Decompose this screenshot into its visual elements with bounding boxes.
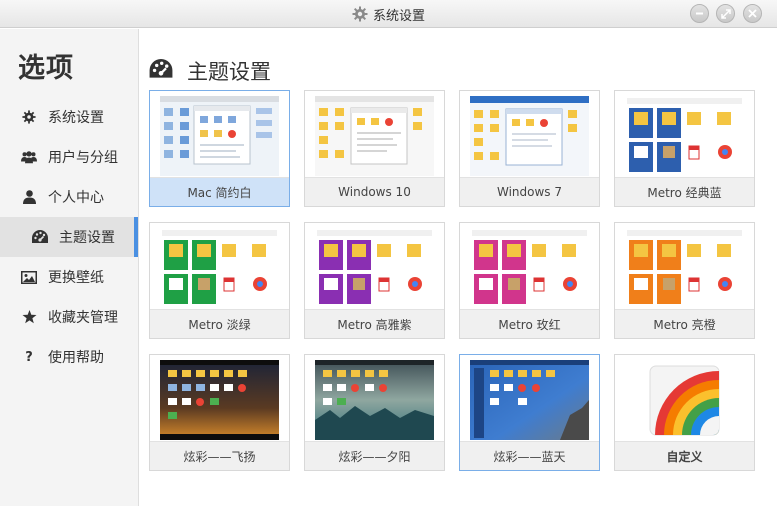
theme-thumbnail xyxy=(160,96,279,176)
theme-label: 炫彩——飞扬 xyxy=(150,441,289,470)
theme-thumbnail xyxy=(625,96,744,176)
palette-icon xyxy=(149,59,173,78)
sidebar-item-label: 个人中心 xyxy=(48,190,104,206)
theme-card-metro-elegant-purple[interactable]: Metro 高雅紫 xyxy=(304,222,445,339)
theme-card-mac-white[interactable]: Mac 简约白 xyxy=(149,90,290,207)
theme-card-windows-10[interactable]: Windows 10 xyxy=(304,90,445,207)
sidebar-item-label: 主题设置 xyxy=(59,230,115,246)
theme-thumbnail xyxy=(625,360,744,440)
theme-card-dazzle-flying[interactable]: 炫彩——飞扬 xyxy=(149,354,290,471)
sidebar-item-label: 使用帮助 xyxy=(48,350,104,366)
theme-card-windows-7[interactable]: Windows 7 xyxy=(459,90,600,207)
image-icon xyxy=(21,269,37,285)
theme-label: 炫彩——蓝天 xyxy=(460,441,599,470)
maximize-icon xyxy=(720,8,731,19)
star-icon xyxy=(21,309,37,325)
theme-card-custom[interactable]: 自定义 xyxy=(614,354,755,471)
sidebar-item-personal-center[interactable]: 个人中心 xyxy=(0,177,138,217)
maximize-button[interactable] xyxy=(716,4,735,23)
sidebar-item-help[interactable]: ? 使用帮助 xyxy=(0,337,138,377)
sidebar-item-change-wallpaper[interactable]: 更换壁纸 xyxy=(0,257,138,297)
theme-thumbnail xyxy=(315,360,434,440)
theme-card-metro-light-green[interactable]: Metro 淡绿 xyxy=(149,222,290,339)
rainbow-icon xyxy=(625,360,744,440)
gear-icon xyxy=(352,6,368,22)
theme-card-metro-rose[interactable]: Metro 玫红 xyxy=(459,222,600,339)
sidebar-item-theme-settings[interactable]: 主题设置 xyxy=(0,217,138,257)
sidebar: 选项 系统设置 用户与分组 个人中心 主题设置 更换壁纸 收藏夹管理 ? 使用帮… xyxy=(0,29,139,506)
theme-label: 自定义 xyxy=(615,441,754,470)
theme-label: Metro 经典蓝 xyxy=(615,177,754,206)
user-icon xyxy=(21,189,37,205)
question-icon: ? xyxy=(25,349,33,365)
window-title-group: 系统设置 xyxy=(0,0,777,28)
palette-icon xyxy=(32,229,48,245)
theme-label: Mac 简约白 xyxy=(150,177,289,206)
close-button[interactable] xyxy=(743,4,762,23)
theme-label: Metro 玫红 xyxy=(460,309,599,338)
theme-thumbnail xyxy=(160,228,279,308)
theme-thumbnail xyxy=(470,228,589,308)
sidebar-item-label: 更换壁纸 xyxy=(48,270,104,286)
theme-thumbnail xyxy=(470,96,589,176)
close-icon xyxy=(748,9,757,18)
sidebar-item-label: 用户与分组 xyxy=(48,150,118,166)
users-icon xyxy=(21,149,37,165)
sidebar-item-favorites[interactable]: 收藏夹管理 xyxy=(0,297,138,337)
gear-icon xyxy=(21,109,37,125)
sidebar-item-users-groups[interactable]: 用户与分组 xyxy=(0,137,138,177)
theme-thumbnail xyxy=(160,360,279,440)
theme-card-dazzle-blue-sky[interactable]: 炫彩——蓝天 xyxy=(459,354,600,471)
sidebar-title: 选项 xyxy=(18,53,74,84)
theme-label: Windows 7 xyxy=(460,177,599,206)
theme-card-dazzle-sunset[interactable]: 炫彩——夕阳 xyxy=(304,354,445,471)
theme-thumbnail xyxy=(625,228,744,308)
theme-label: Metro 淡绿 xyxy=(150,309,289,338)
sidebar-item-system-settings[interactable]: 系统设置 xyxy=(0,97,138,137)
theme-card-metro-bright-orange[interactable]: Metro 亮橙 xyxy=(614,222,755,339)
window-title: 系统设置 xyxy=(372,8,425,24)
sidebar-item-label: 收藏夹管理 xyxy=(48,310,118,326)
minimize-icon xyxy=(696,12,703,15)
theme-card-metro-classic-blue[interactable]: Metro 经典蓝 xyxy=(614,90,755,207)
theme-label: Metro 高雅紫 xyxy=(305,309,444,338)
sidebar-item-label: 系统设置 xyxy=(48,110,104,126)
minimize-button[interactable] xyxy=(690,4,709,23)
page-title: 主题设置 xyxy=(187,60,271,84)
theme-label: Metro 亮橙 xyxy=(615,309,754,338)
theme-label: 炫彩——夕阳 xyxy=(305,441,444,470)
theme-label: Windows 10 xyxy=(305,177,444,206)
theme-thumbnail xyxy=(315,228,434,308)
theme-thumbnail xyxy=(470,360,589,440)
theme-thumbnail xyxy=(315,96,434,176)
title-bar: 系统设置 xyxy=(0,0,777,28)
